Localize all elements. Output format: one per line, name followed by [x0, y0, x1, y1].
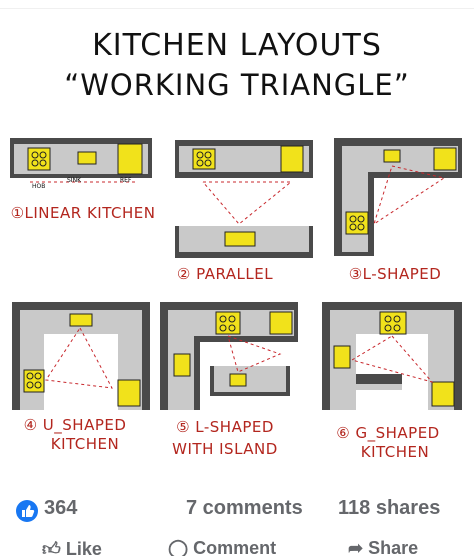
action-bar: 👍︎ Like ◯ Comment ➦ Share: [0, 538, 474, 556]
lisland-caption-2: WITH ISLAND: [172, 440, 278, 458]
shares-count[interactable]: 118 shares: [338, 497, 440, 520]
ushaped-caption-1: ④ U_SHAPED: [23, 416, 127, 434]
ushaped-caption-2: KITCHEN: [50, 435, 120, 453]
comment-button[interactable]: ◯ Comment: [168, 538, 276, 556]
like-count[interactable]: 364: [44, 497, 77, 520]
sink-label: SINK: [67, 177, 82, 184]
gshaped-kitchen-plan: [322, 302, 462, 410]
share-icon: ➦: [348, 538, 364, 556]
lshaped-island-kitchen-plan: [160, 302, 298, 410]
gshaped-caption-1: ⑥ G_SHAPED: [336, 424, 440, 442]
hob-label: HOB: [32, 183, 45, 190]
ref-label: REF: [120, 177, 132, 184]
thumbs-up-icon: [16, 500, 38, 522]
lshaped-caption: ③L-SHAPED: [348, 265, 442, 283]
page-title: KITCHEN LAYOUTS: [92, 28, 382, 63]
comment-label: Comment: [193, 538, 277, 556]
ushaped-kitchen-plan: [12, 302, 150, 410]
like-icon: 👍︎: [42, 539, 61, 556]
top-divider: [0, 0, 474, 9]
lshaped-kitchen-plan: [334, 138, 462, 256]
share-label: Share: [368, 538, 419, 556]
like-button[interactable]: 👍︎ Like: [42, 538, 102, 556]
page-subtitle: “WORKING TRIANGLE”: [64, 68, 410, 102]
comment-icon: ◯: [168, 538, 189, 556]
parallel-caption: ② PARALLEL: [176, 265, 274, 283]
share-button[interactable]: ➦ Share: [348, 538, 418, 556]
linear-caption: ①LINEAR KITCHEN: [10, 204, 156, 222]
like-label: Like: [65, 539, 102, 556]
lisland-caption-1: ⑤ L-SHAPED: [176, 418, 274, 436]
comments-count[interactable]: 7 comments: [186, 497, 303, 520]
gshaped-caption-2: KITCHEN: [360, 443, 430, 461]
parallel-kitchen-plan: [175, 140, 313, 258]
